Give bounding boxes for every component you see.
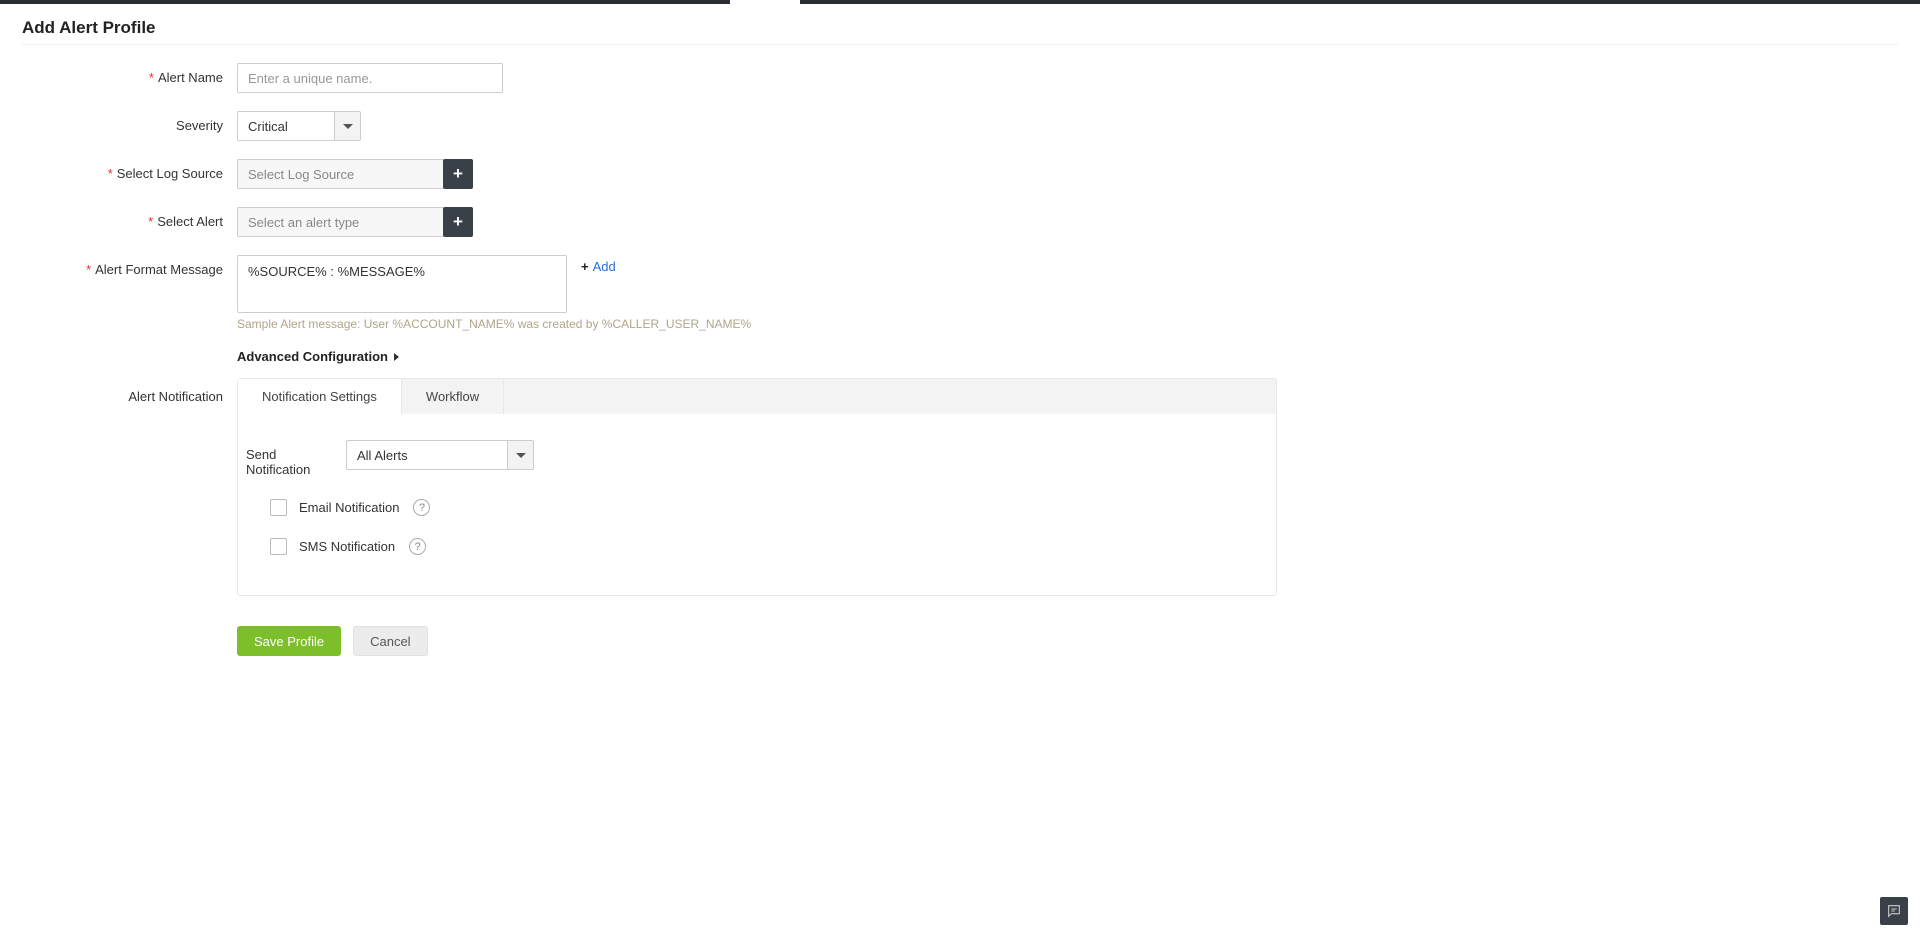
alert-format-textarea[interactable] (237, 255, 567, 313)
top-bar-gap (730, 0, 800, 4)
alert-format-label: *Alert Format Message (22, 255, 237, 277)
alert-type-placeholder: Select an alert type (238, 208, 443, 236)
severity-select[interactable]: Critical (237, 111, 361, 141)
advanced-configuration-toggle[interactable]: Advanced Configuration (237, 349, 399, 364)
tab-workflow[interactable]: Workflow (402, 379, 504, 414)
email-notification-checkbox[interactable] (270, 499, 287, 516)
chevron-down-icon (507, 441, 533, 469)
select-alert-label: *Select Alert (22, 207, 237, 229)
chevron-down-icon (334, 112, 360, 140)
alert-type-select[interactable]: Select an alert type (237, 207, 444, 237)
notification-panel: Send Notification All Alerts Email Notif… (237, 414, 1277, 596)
severity-label: Severity (22, 111, 237, 133)
top-bar (0, 0, 1920, 4)
save-profile-button[interactable]: Save Profile (237, 626, 341, 656)
log-source-select[interactable]: Select Log Source (237, 159, 444, 189)
tab-notification-settings[interactable]: Notification Settings (238, 379, 402, 414)
required-marker: * (149, 70, 154, 85)
send-notification-value: All Alerts (347, 441, 507, 469)
notification-tabbar: Notification Settings Workflow (237, 378, 1277, 414)
sms-notification-label: SMS Notification (299, 539, 395, 554)
help-icon[interactable]: ? (413, 499, 430, 516)
cancel-button[interactable]: Cancel (353, 626, 427, 656)
log-source-label: *Select Log Source (22, 159, 237, 181)
add-variable-link[interactable]: +Add (581, 259, 616, 274)
send-notification-label: Send Notification (246, 440, 346, 477)
plus-icon: + (581, 259, 589, 274)
alert-notification-label: Alert Notification (22, 382, 237, 404)
send-notification-select[interactable]: All Alerts (346, 440, 534, 470)
log-source-placeholder: Select Log Source (238, 160, 443, 188)
email-notification-label: Email Notification (299, 500, 399, 515)
chevron-right-icon (394, 353, 399, 361)
alert-name-label: *Alert Name (22, 63, 237, 85)
title-divider (22, 44, 1898, 45)
page-title: Add Alert Profile (22, 18, 1898, 38)
add-alert-type-button[interactable]: + (443, 207, 473, 237)
add-log-source-button[interactable]: + (443, 159, 473, 189)
required-marker: * (108, 166, 113, 181)
required-marker: * (86, 262, 91, 277)
help-icon[interactable]: ? (409, 538, 426, 555)
severity-value: Critical (238, 112, 334, 140)
alert-format-hint: Sample Alert message: User %ACCOUNT_NAME… (237, 317, 751, 331)
chat-icon (1886, 903, 1902, 919)
required-marker: * (148, 214, 153, 229)
alert-name-input[interactable] (237, 63, 503, 93)
sms-notification-checkbox[interactable] (270, 538, 287, 555)
feedback-button[interactable] (1880, 897, 1908, 925)
